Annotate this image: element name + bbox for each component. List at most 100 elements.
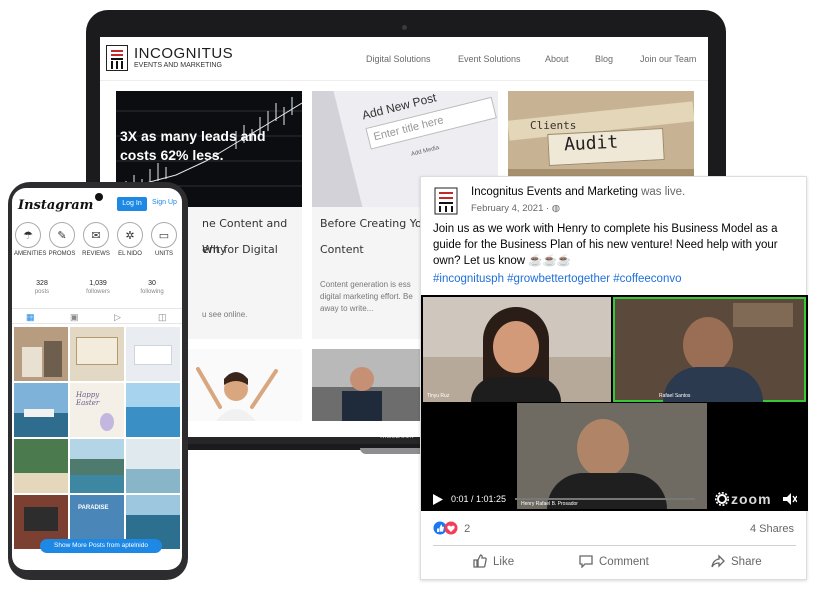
video-progress-bar[interactable] — [515, 498, 695, 500]
grid-post[interactable] — [70, 327, 124, 381]
highlight-units[interactable]: ▭ UNITS — [150, 222, 178, 257]
stat-label: followers — [86, 289, 110, 295]
comment-icon — [579, 555, 593, 569]
post-date-line: February 4, 2021 · ◍ — [471, 203, 560, 214]
video-controls: 0:01 / 1:01:25 zoom — [421, 489, 808, 509]
grid-post[interactable]: Happy Easter — [70, 383, 124, 437]
post-body: Join us as we work with Henry to complet… — [433, 223, 778, 267]
live-video[interactable]: Tinyu Ruz Rafael Santos Henry Rafael B. … — [421, 295, 808, 511]
stat-label: posts — [34, 289, 50, 295]
volume-muted-icon[interactable] — [783, 493, 797, 505]
like-love-reaction-icon — [433, 521, 458, 535]
login-button[interactable]: Log In — [117, 197, 147, 211]
grid-post[interactable] — [14, 327, 68, 381]
highlight-label: AMENITIES — [14, 251, 47, 257]
show-more-posts-button[interactable]: Show More Posts from aptelnido — [40, 539, 162, 553]
grid-icon[interactable]: ▦ — [26, 312, 35, 323]
highlight-label: EL NIDO — [118, 251, 142, 257]
nav-digital-solutions[interactable]: Digital Solutions — [366, 54, 431, 64]
like-button[interactable]: Like — [473, 554, 514, 568]
post-date[interactable]: February 4, 2021 · — [471, 203, 549, 214]
brand-name[interactable]: INCOGNITUS — [134, 45, 233, 62]
shares-count[interactable]: 4 Shares — [750, 523, 794, 535]
card-excerpt-line-1: Content generation is ess — [320, 280, 411, 289]
profile-tabs: ▦ ▣ ▷ ◫ — [12, 308, 182, 324]
card-title-line-2[interactable]: Content — [320, 237, 364, 263]
facebook-post-card: Incognitus Events and Marketing was live… — [420, 176, 808, 580]
grid-post[interactable] — [126, 327, 180, 381]
card-title-line-1[interactable]: Before Creating You — [320, 211, 429, 237]
chat-icon: ✉ — [83, 222, 109, 248]
grid-post[interactable] — [126, 383, 180, 437]
site-header: INCOGNITUS EVENTS AND MARKETING Digital … — [100, 37, 708, 81]
grid-post[interactable] — [14, 439, 68, 493]
post-hashtags[interactable]: #incognitusph #growbettertogether #coffe… — [433, 273, 682, 285]
card-excerpt: u see online. — [202, 310, 248, 319]
palm-tree-icon: ✲ — [117, 222, 143, 248]
reels-icon[interactable]: ▷ — [114, 312, 121, 323]
laptop-camera — [402, 25, 407, 30]
signup-link[interactable]: Sign Up — [152, 199, 177, 206]
nav-event-solutions[interactable]: Event Solutions — [458, 54, 521, 64]
highlight-amenities[interactable]: ☂ AMENITIES — [14, 222, 47, 257]
post-activity: was live. — [641, 186, 686, 198]
highlight-label: UNITS — [155, 251, 173, 257]
nav-blog[interactable]: Blog — [595, 54, 613, 64]
bed-icon: ▭ — [151, 222, 177, 248]
video-tile-participant-1: Tinyu Ruz — [423, 297, 611, 402]
card-title-line-2[interactable]: ent for Digital — [202, 237, 278, 263]
card-image-caption: 3X as many leads and costs 62% less. — [120, 128, 266, 163]
video-time: 0:01 / 1:01:25 — [451, 494, 507, 504]
grid-post[interactable] — [126, 439, 180, 493]
grid-post[interactable] — [14, 383, 68, 437]
card-image-caption: Audit — [563, 131, 619, 156]
zoom-watermark: zoom — [731, 491, 772, 507]
brand-logo-icon[interactable] — [106, 45, 128, 71]
instagram-screen: Instagram Log In Sign Up ☂ AMENITIES ✎ P… — [12, 188, 182, 570]
globe-icon: ◍ — [551, 203, 561, 214]
page-avatar[interactable] — [433, 186, 461, 216]
stat-value: 1,039 — [89, 280, 107, 287]
participant-name: Tinyu Ruz — [427, 393, 450, 399]
highlight-label: REVIEWS — [82, 251, 110, 257]
card-image-field: Enter title here — [372, 114, 445, 144]
highlight-el-nido[interactable]: ✲ EL NIDO — [116, 222, 144, 257]
stat-following[interactable]: 30 following — [126, 280, 178, 295]
nav-about[interactable]: About — [545, 54, 569, 64]
stat-posts[interactable]: 328 posts — [16, 280, 68, 295]
card-excerpt-line-3: away to write... — [320, 304, 374, 313]
reaction-count: 2 — [464, 523, 471, 535]
video-tile-participant-2: Rafael Santos — [613, 297, 806, 402]
stat-label: following — [140, 289, 164, 295]
igtv-icon[interactable]: ▣ — [70, 312, 79, 323]
share-button[interactable]: Share — [711, 554, 762, 568]
stat-value: 328 — [36, 280, 48, 287]
thumbs-up-icon — [473, 554, 487, 568]
highlight-label: PROMOS — [48, 251, 76, 257]
post-author[interactable]: Incognitus Events and Marketing — [471, 186, 638, 198]
stat-followers[interactable]: 1,039 followers — [72, 280, 124, 295]
card-excerpt-line-2: digital marketing effort. Be — [320, 292, 413, 301]
stat-value: 30 — [148, 280, 156, 287]
highlight-promos[interactable]: ✎ PROMOS — [48, 222, 76, 257]
settings-gear-icon[interactable] — [715, 492, 729, 506]
share-label: Share — [731, 556, 762, 568]
grid-post[interactable] — [70, 439, 124, 493]
card-image-small: Clients — [530, 119, 577, 132]
phone-camera — [95, 193, 103, 201]
easter-caption: Happy Easter — [76, 391, 100, 407]
play-icon[interactable] — [433, 494, 443, 505]
post-author-line: Incognitus Events and Marketing was live… — [471, 186, 685, 198]
highlight-reviews[interactable]: ✉ REVIEWS — [82, 222, 110, 257]
instagram-logo: Instagram — [18, 198, 94, 213]
device-mockup-collage: MacBook INCOGNITUS EVENTS AND MARKETING … — [0, 0, 824, 601]
actions-divider — [433, 545, 796, 546]
like-label: Like — [493, 556, 515, 568]
card-image-small: Add Media — [410, 145, 440, 158]
nav-join-our-team[interactable]: Join our Team — [640, 54, 696, 64]
umbrella-icon: ☂ — [15, 222, 41, 248]
reactions-summary[interactable]: 2 — [433, 521, 470, 535]
tag-icon: ✎ — [49, 222, 75, 248]
comment-button[interactable]: Comment — [579, 554, 649, 569]
tagged-icon[interactable]: ◫ — [158, 312, 167, 323]
